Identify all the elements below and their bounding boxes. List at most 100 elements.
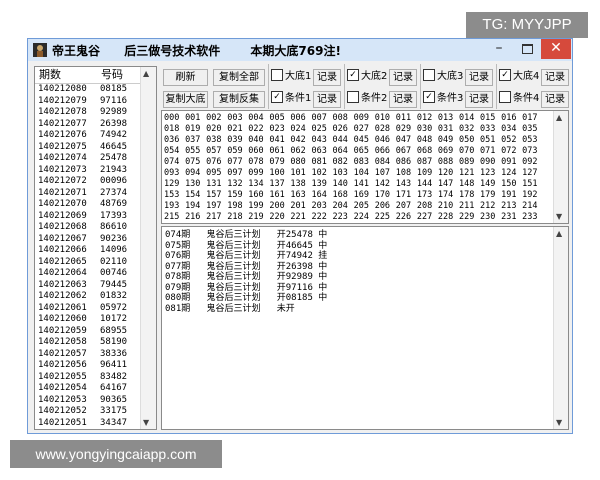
copy-reverse-button[interactable]: 复制反集 [213,91,265,108]
big3-checkbox[interactable]: 大底3 [423,69,463,84]
table-row[interactable]: 140212066 14096 [35,245,156,257]
scroll-up-icon[interactable]: ▲ [143,69,149,78]
big2-checkbox[interactable]: ✓ 大底2 [347,69,387,84]
cond2-checkbox[interactable]: 条件2 [347,91,387,106]
table-row[interactable]: 140212064 00746 [35,268,156,280]
scroll-up-icon[interactable]: ▲ [556,229,562,238]
scroll-down-icon[interactable]: ▼ [143,418,149,427]
table-row[interactable]: 140212060 10172 [35,314,156,326]
record-button-7[interactable]: 记录 [465,91,493,108]
cond1-checkbox[interactable]: ✓ 条件1 [271,91,312,106]
checkbox-icon: ✓ [499,69,511,81]
table-row[interactable]: 140212069 17393 [35,211,156,223]
table-row[interactable]: 140212051 34347 [35,418,156,430]
checkbox-icon [423,69,435,81]
big1-checkbox[interactable]: 大底1 [271,69,311,84]
cond4-checkbox[interactable]: 条件4 [499,91,540,106]
table-row[interactable]: 140212065 02110 [35,257,156,269]
row-period: 140212075 [38,141,87,152]
table-row[interactable]: 140212057 38336 [35,349,156,361]
scroll-down-icon[interactable]: ▼ [556,418,562,427]
row-period: 140212056 [38,360,87,370]
table-row[interactable]: 140212063 79445 [35,280,156,292]
row-period: 140212078 [38,107,87,117]
refresh-button[interactable]: 刷新 [163,69,208,86]
row-period: 140212059 [38,325,87,336]
copy-all-button[interactable]: 复制全部 [213,69,265,86]
table-row[interactable]: 140212074 25478 [35,153,156,165]
table-row[interactable]: 140212079 97116 [35,96,156,108]
table-row[interactable]: 140212075 46645 [35,142,156,154]
table-row[interactable]: 140212078 92989 [35,107,156,119]
row-number: 86610 [100,222,128,232]
cond4-label: 条件4 [513,93,540,104]
row-period: 140212074 [38,153,87,163]
row-period: 140212065 [38,256,87,267]
row-period: 140212077 [38,118,87,129]
table-row[interactable]: 14021205087272 [35,429,156,430]
copy-big-button[interactable]: 复制大底 [163,91,208,108]
app-subtitle: 后三做号技术软件 [124,44,221,58]
scroll-down-icon[interactable]: ▼ [556,212,562,221]
table-row[interactable]: 140212070 48769 [35,199,156,211]
window-title: 帝王鬼谷 后三做号技术软件 本期大底769注! [52,42,341,59]
history-scrollbar[interactable]: ▲ ▼ [140,67,156,429]
table-row[interactable]: 140212052 33175 [35,406,156,418]
table-row[interactable]: 140212076 74942 [35,130,156,142]
row-number: 38336 [100,348,128,359]
table-row[interactable]: 140212055 83482 [35,372,156,384]
title-bar: 帝王鬼谷 后三做号技术软件 本期大底769注! – ✕ [28,39,572,61]
plan-results-textarea[interactable]: 074期 鬼谷后三计划 开25478 中 075期 鬼谷后三计划 开46645 中… [161,226,569,430]
table-row[interactable]: 140212067 90236 [35,234,156,246]
table-row[interactable]: 140212072 00096 [35,176,156,188]
grid-scrollbar[interactable]: ▲ ▼ [553,111,568,223]
watermark-tg: TG: MYYJPP [466,12,588,38]
table-row[interactable]: 140212053 90365 [35,395,156,407]
app-window: 帝王鬼谷 后三做号技术软件 本期大底769注! – ✕ 期数 号码 140212… [27,38,573,434]
divider [344,64,345,109]
table-row[interactable]: 140212056 96411 [35,360,156,372]
watermark-site: www.yongyingcaiapp.com [10,440,222,468]
plan-line: 079期 鬼谷后三计划 开97116 中 [165,282,328,293]
cond3-label: 条件3 [437,93,464,104]
close-button[interactable]: ✕ [541,39,571,59]
record-button-6[interactable]: 记录 [389,91,417,108]
row-number: 87272 [98,429,140,430]
table-row[interactable]: 140212062 01832 [35,291,156,303]
table-row[interactable]: 140212059 68955 [35,326,156,338]
cond3-checkbox[interactable]: ✓ 条件3 [423,91,464,106]
row-number: 74942 [100,130,128,140]
record-button-3[interactable]: 记录 [465,69,493,86]
big4-checkbox[interactable]: ✓ 大底4 [499,69,539,84]
record-button-8[interactable]: 记录 [541,91,569,108]
row-period: 140212068 [38,222,87,232]
record-button-5[interactable]: 记录 [313,91,341,108]
divider [268,64,269,109]
row-period: 140212064 [38,268,87,278]
table-row[interactable]: 140212077 26398 [35,119,156,131]
plan-scrollbar[interactable]: ▲ ▼ [553,227,568,429]
table-row[interactable]: 140212080 08185 [35,84,156,96]
maximize-button[interactable] [514,39,540,59]
table-row[interactable]: 140212058 58190 [35,337,156,349]
plan-line: 078期 鬼谷后三计划 开92989 中 [165,272,328,282]
number-grid-textarea[interactable]: 000 001 002 003 004 005 006 007 008 009 … [161,110,569,224]
minimize-button[interactable]: – [486,39,512,59]
scroll-up-icon[interactable]: ▲ [556,113,562,122]
record-button-1[interactable]: 记录 [313,69,341,86]
table-row[interactable]: 140212071 27374 [35,188,156,200]
record-button-4[interactable]: 记录 [541,69,569,86]
row-number: 00746 [100,268,128,278]
plan-line: 076期 鬼谷后三计划 开74942 挂 [165,251,328,261]
table-row[interactable]: 140212068 86610 [35,222,156,234]
table-row[interactable]: 140212073 21943 [35,165,156,177]
table-row[interactable]: 140212054 64167 [35,383,156,395]
row-number: 08185 [100,84,128,94]
plan-lines: 074期 鬼谷后三计划 开25478 中 075期 鬼谷后三计划 开46645 中… [165,230,327,314]
record-button-2[interactable]: 记录 [389,69,417,86]
column-header-number[interactable]: 号码 [97,67,145,83]
row-number: 96411 [100,360,128,370]
column-header-period[interactable]: 期数 [35,67,97,83]
table-row[interactable]: 140212061 05972 [35,303,156,315]
cond1-label: 条件1 [285,93,312,104]
